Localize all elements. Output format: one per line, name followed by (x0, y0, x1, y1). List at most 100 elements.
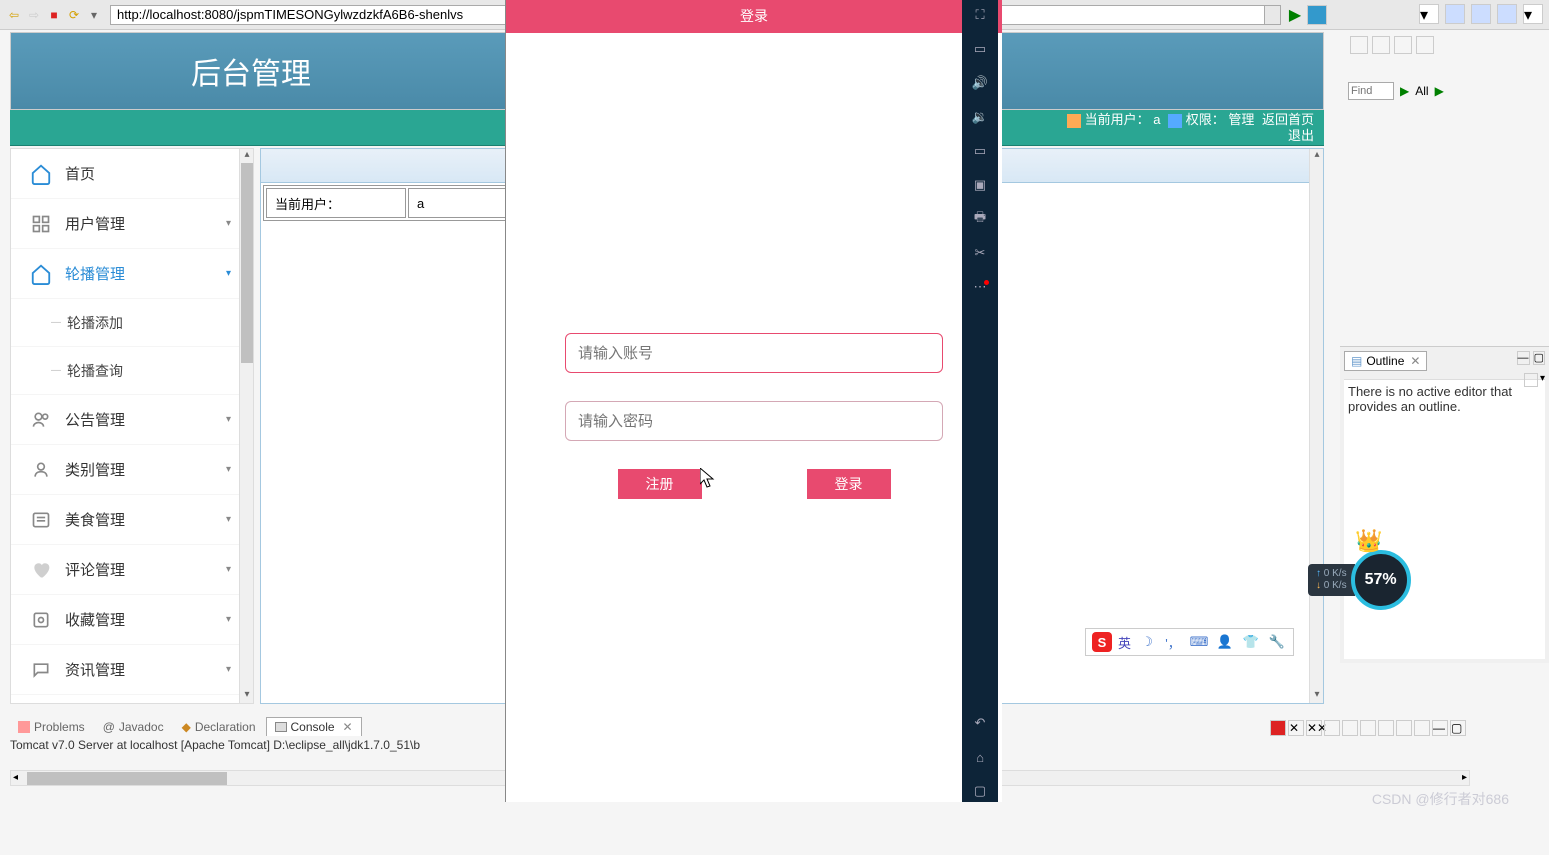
outline-menu-icon[interactable]: ▾ (1540, 373, 1545, 387)
account-input[interactable] (565, 333, 943, 373)
sidebar-item-carousel[interactable]: 轮播管理 ▾ (11, 249, 239, 299)
back-icon[interactable]: ⇦ (6, 7, 22, 23)
tool-icon-1[interactable] (1445, 4, 1465, 24)
ime-punct-icon[interactable]: '， (1163, 632, 1183, 652)
more-icon[interactable]: ⋯ (969, 276, 991, 298)
scroll-lock-icon[interactable] (1324, 720, 1340, 736)
mobile-emulator: 登录 注册 登录 (505, 0, 1002, 802)
tool-icon-4[interactable]: ▾ (1523, 4, 1543, 24)
watermark: CSDN @修行者对686 (1372, 789, 1509, 809)
display-console-icon[interactable] (1378, 720, 1394, 736)
home-link[interactable]: 返回首页 (1262, 112, 1314, 127)
paste-icon[interactable] (1416, 36, 1434, 54)
scroll-down-icon[interactable]: ▾ (240, 689, 254, 703)
remove-icon[interactable]: ✕ (1288, 720, 1304, 736)
scroll-right-icon[interactable]: ▸ (1462, 772, 1467, 783)
remove-all-icon[interactable]: ✕✕ (1306, 720, 1322, 736)
url-dropdown-icon[interactable] (1265, 5, 1281, 25)
ime-keyboard-icon[interactable]: ⌨ (1189, 632, 1209, 652)
pin-icon[interactable] (1360, 720, 1376, 736)
ime-tool-icon[interactable]: 🔧 (1267, 632, 1287, 652)
ime-person-icon[interactable]: 👤 (1215, 632, 1235, 652)
sidebar-item-favorite[interactable]: 收藏管理 ▾ (11, 595, 239, 645)
list-icon (29, 508, 53, 532)
sidebar-item-comment[interactable]: 评论管理 ▾ (11, 545, 239, 595)
close-icon[interactable]: ✕ (1410, 354, 1420, 368)
cut-icon[interactable] (1350, 36, 1368, 54)
dropdown-icon[interactable]: ▾ (86, 7, 102, 23)
home-nav-icon[interactable]: ⌂ (969, 746, 991, 768)
refresh-icon[interactable]: ⟳ (66, 7, 82, 23)
ime-moon-icon[interactable]: ☽ (1137, 632, 1157, 652)
network-widget[interactable]: 👑 ↑ 0 K/s ↓ 0 K/s 57% (1308, 550, 1411, 610)
sidebar: 首页 用户管理 ▾ 轮播管理 ▾ 轮播添加 轮播查询 (11, 149, 239, 703)
minimize-icon[interactable]: — (1432, 720, 1448, 736)
register-button[interactable]: 注册 (618, 469, 702, 499)
tab-declaration[interactable]: ◆Declaration (174, 718, 264, 736)
browser-icon[interactable] (1307, 5, 1327, 25)
password-input[interactable] (565, 401, 943, 441)
volume-up-icon[interactable]: 🔊 (969, 72, 991, 94)
outline-tab[interactable]: ▤ Outline ✕ (1344, 351, 1427, 371)
outline-panel: ▤ Outline ✕ — ▢ ▾ There is no active edi… (1340, 346, 1549, 663)
tab-console[interactable]: Console ✕ (266, 717, 362, 736)
sidebar-item-notice[interactable]: 公告管理 ▾ (11, 395, 239, 445)
find-next-icon[interactable]: ▶ (1435, 84, 1444, 98)
open-console-icon[interactable] (1396, 720, 1412, 736)
sidebar-item-home[interactable]: 首页 (11, 149, 239, 199)
sidebar-item-label: 资讯管理 (65, 659, 125, 680)
chevron-down-icon: ▾ (226, 268, 231, 279)
status-perm-label: 权限： (1186, 112, 1225, 127)
find-input[interactable] (1348, 82, 1394, 100)
display-icon[interactable]: ▭ (969, 38, 991, 60)
ime-logo-icon[interactable]: S (1092, 632, 1112, 652)
sidebar-scrollbar[interactable]: ▴ ▾ (239, 149, 253, 703)
scroll-left-icon[interactable]: ◂ (13, 772, 18, 783)
sidebar-item-users[interactable]: 用户管理 ▾ (11, 199, 239, 249)
back-nav-icon[interactable]: ↶ (969, 712, 991, 734)
close-icon[interactable]: ✕ (343, 720, 353, 734)
crown-icon: 👑 (1355, 528, 1382, 554)
ime-lang[interactable]: 英 (1118, 633, 1131, 652)
landscape-icon[interactable]: ▭ (969, 140, 991, 162)
minimize-icon[interactable]: — (1517, 351, 1530, 365)
find-all-label[interactable]: All (1415, 84, 1428, 98)
stop-console-icon[interactable] (1270, 720, 1286, 736)
clear-icon[interactable] (1342, 720, 1358, 736)
new-console-icon[interactable] (1414, 720, 1430, 736)
stop-icon[interactable]: ■ (46, 7, 62, 23)
go-icon[interactable]: ▶ (1285, 5, 1305, 25)
volume-down-icon[interactable]: 🔉 (969, 106, 991, 128)
logout-link[interactable]: 退出 (1288, 128, 1314, 143)
tab-javadoc[interactable]: @Javadoc (95, 718, 172, 736)
tool-icon-3[interactable] (1497, 4, 1517, 24)
sidebar-item-news[interactable]: 资讯管理 ▾ (11, 645, 239, 695)
ime-skin-icon[interactable]: 👕 (1241, 632, 1261, 652)
maximize-icon[interactable]: ▢ (1533, 351, 1545, 365)
save-icon[interactable] (1394, 36, 1412, 54)
home-icon[interactable]: 🖶 (969, 208, 991, 230)
device-icon[interactable]: ▣ (969, 174, 991, 196)
hscroll-thumb[interactable] (27, 772, 227, 785)
login-button[interactable]: 登录 (807, 469, 891, 499)
sidebar-subitem-query[interactable]: 轮播查询 (11, 347, 239, 395)
sidebar-item-category[interactable]: 类别管理 ▾ (11, 445, 239, 495)
sidebar-subitem-add[interactable]: 轮播添加 (11, 299, 239, 347)
ime-toolbar[interactable]: S 英 ☽ '， ⌨ 👤 👕 🔧 (1085, 628, 1294, 656)
new-dropdown-icon[interactable]: ▾ (1419, 4, 1439, 24)
fullscreen-icon[interactable]: ⛶ (969, 4, 991, 26)
scroll-thumb[interactable] (241, 163, 253, 363)
recent-nav-icon[interactable]: ▢ (969, 780, 991, 802)
find-go-icon[interactable]: ▶ (1400, 84, 1409, 98)
tool-icon-2[interactable] (1471, 4, 1491, 24)
cut-icon[interactable]: ✂ (969, 242, 991, 264)
copy-icon[interactable] (1372, 36, 1390, 54)
maximize-icon[interactable]: ▢ (1450, 720, 1466, 736)
tab-problems[interactable]: Problems (10, 718, 93, 736)
main-scrollbar[interactable]: ▴ ▾ (1309, 149, 1323, 703)
outline-tool-icon[interactable] (1524, 373, 1538, 387)
sidebar-item-food[interactable]: 美食管理 ▾ (11, 495, 239, 545)
forward-icon[interactable]: ⇨ (26, 7, 42, 23)
scroll-up-icon[interactable]: ▴ (240, 149, 254, 163)
net-percent: 57% (1365, 571, 1397, 589)
